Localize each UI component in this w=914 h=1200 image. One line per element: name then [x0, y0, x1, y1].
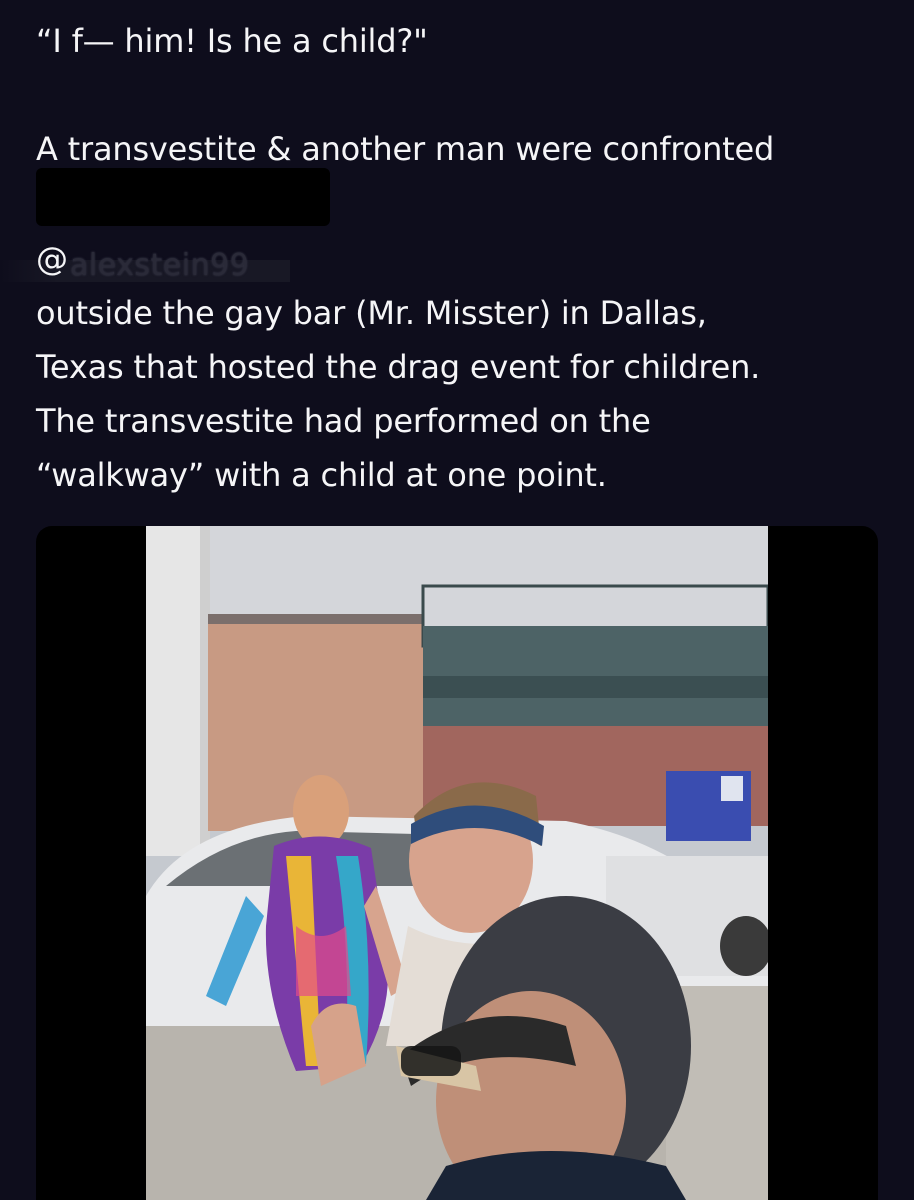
tweet-text-line-5: Texas that hosted the drag event for chi…: [36, 348, 761, 386]
redaction-box: [36, 168, 330, 226]
tweet-text-line-7: “walkway” with a child at one point.: [36, 456, 607, 494]
tweet-text-line-6: The transvestite had performed on the: [36, 402, 651, 440]
video-media[interactable]: [36, 526, 878, 1200]
mention-link[interactable]: @ alexstein99: [0, 240, 300, 284]
tweet-text-line-1: “I f— him! Is he a child?": [36, 22, 428, 60]
mention-at-sign: @: [36, 240, 68, 278]
mention-handle-obscured: alexstein99: [70, 248, 250, 283]
video-frame[interactable]: [146, 526, 768, 1200]
video-scene-image: [146, 526, 768, 1200]
tweet-text-line-4: outside the gay bar (Mr. Misster) in Dal…: [36, 294, 707, 332]
